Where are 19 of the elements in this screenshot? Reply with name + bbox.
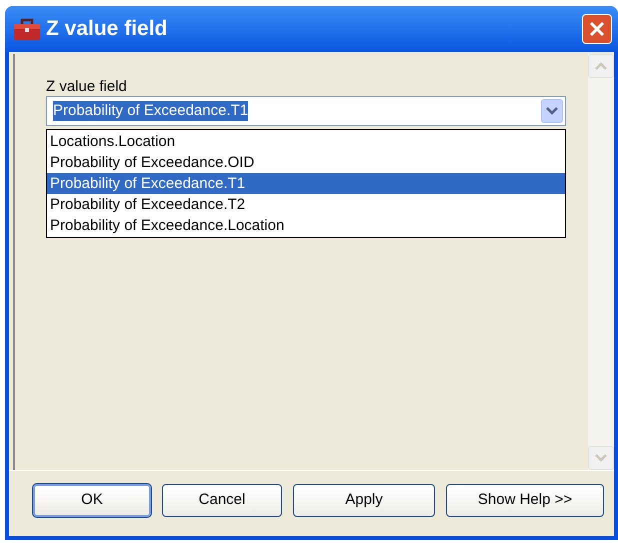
dialog-button[interactable]: OK bbox=[33, 484, 151, 517]
dropdown-field[interactable]: Probability of Exceedance.T1 bbox=[46, 96, 566, 126]
dialog-button[interactable]: Apply bbox=[293, 484, 435, 517]
close-button[interactable] bbox=[582, 14, 612, 44]
chevron-down-icon bbox=[546, 107, 558, 115]
field-value: Probability of Exceedance.T1 bbox=[53, 101, 248, 121]
dropdown-option[interactable]: Probability of Exceedance.T1 bbox=[47, 173, 565, 194]
chevron-up-icon bbox=[595, 62, 607, 70]
dialog-button[interactable]: Show Help >> bbox=[446, 484, 604, 517]
dialog-button[interactable]: Cancel bbox=[162, 484, 282, 517]
chevron-down-icon bbox=[595, 454, 607, 462]
dropdown-option[interactable]: Probability of Exceedance.Location bbox=[47, 215, 565, 236]
dropdown-option[interactable]: Locations.Location bbox=[47, 131, 565, 152]
dropdown-option[interactable]: Probability of Exceedance.OID bbox=[47, 152, 565, 173]
dropdown-option[interactable]: Probability of Exceedance.T2 bbox=[47, 194, 565, 215]
close-icon bbox=[589, 21, 605, 37]
field-label: Z value field bbox=[46, 78, 128, 96]
window-title: Z value field bbox=[46, 16, 168, 42]
dropdown-arrow-button[interactable] bbox=[541, 99, 563, 123]
